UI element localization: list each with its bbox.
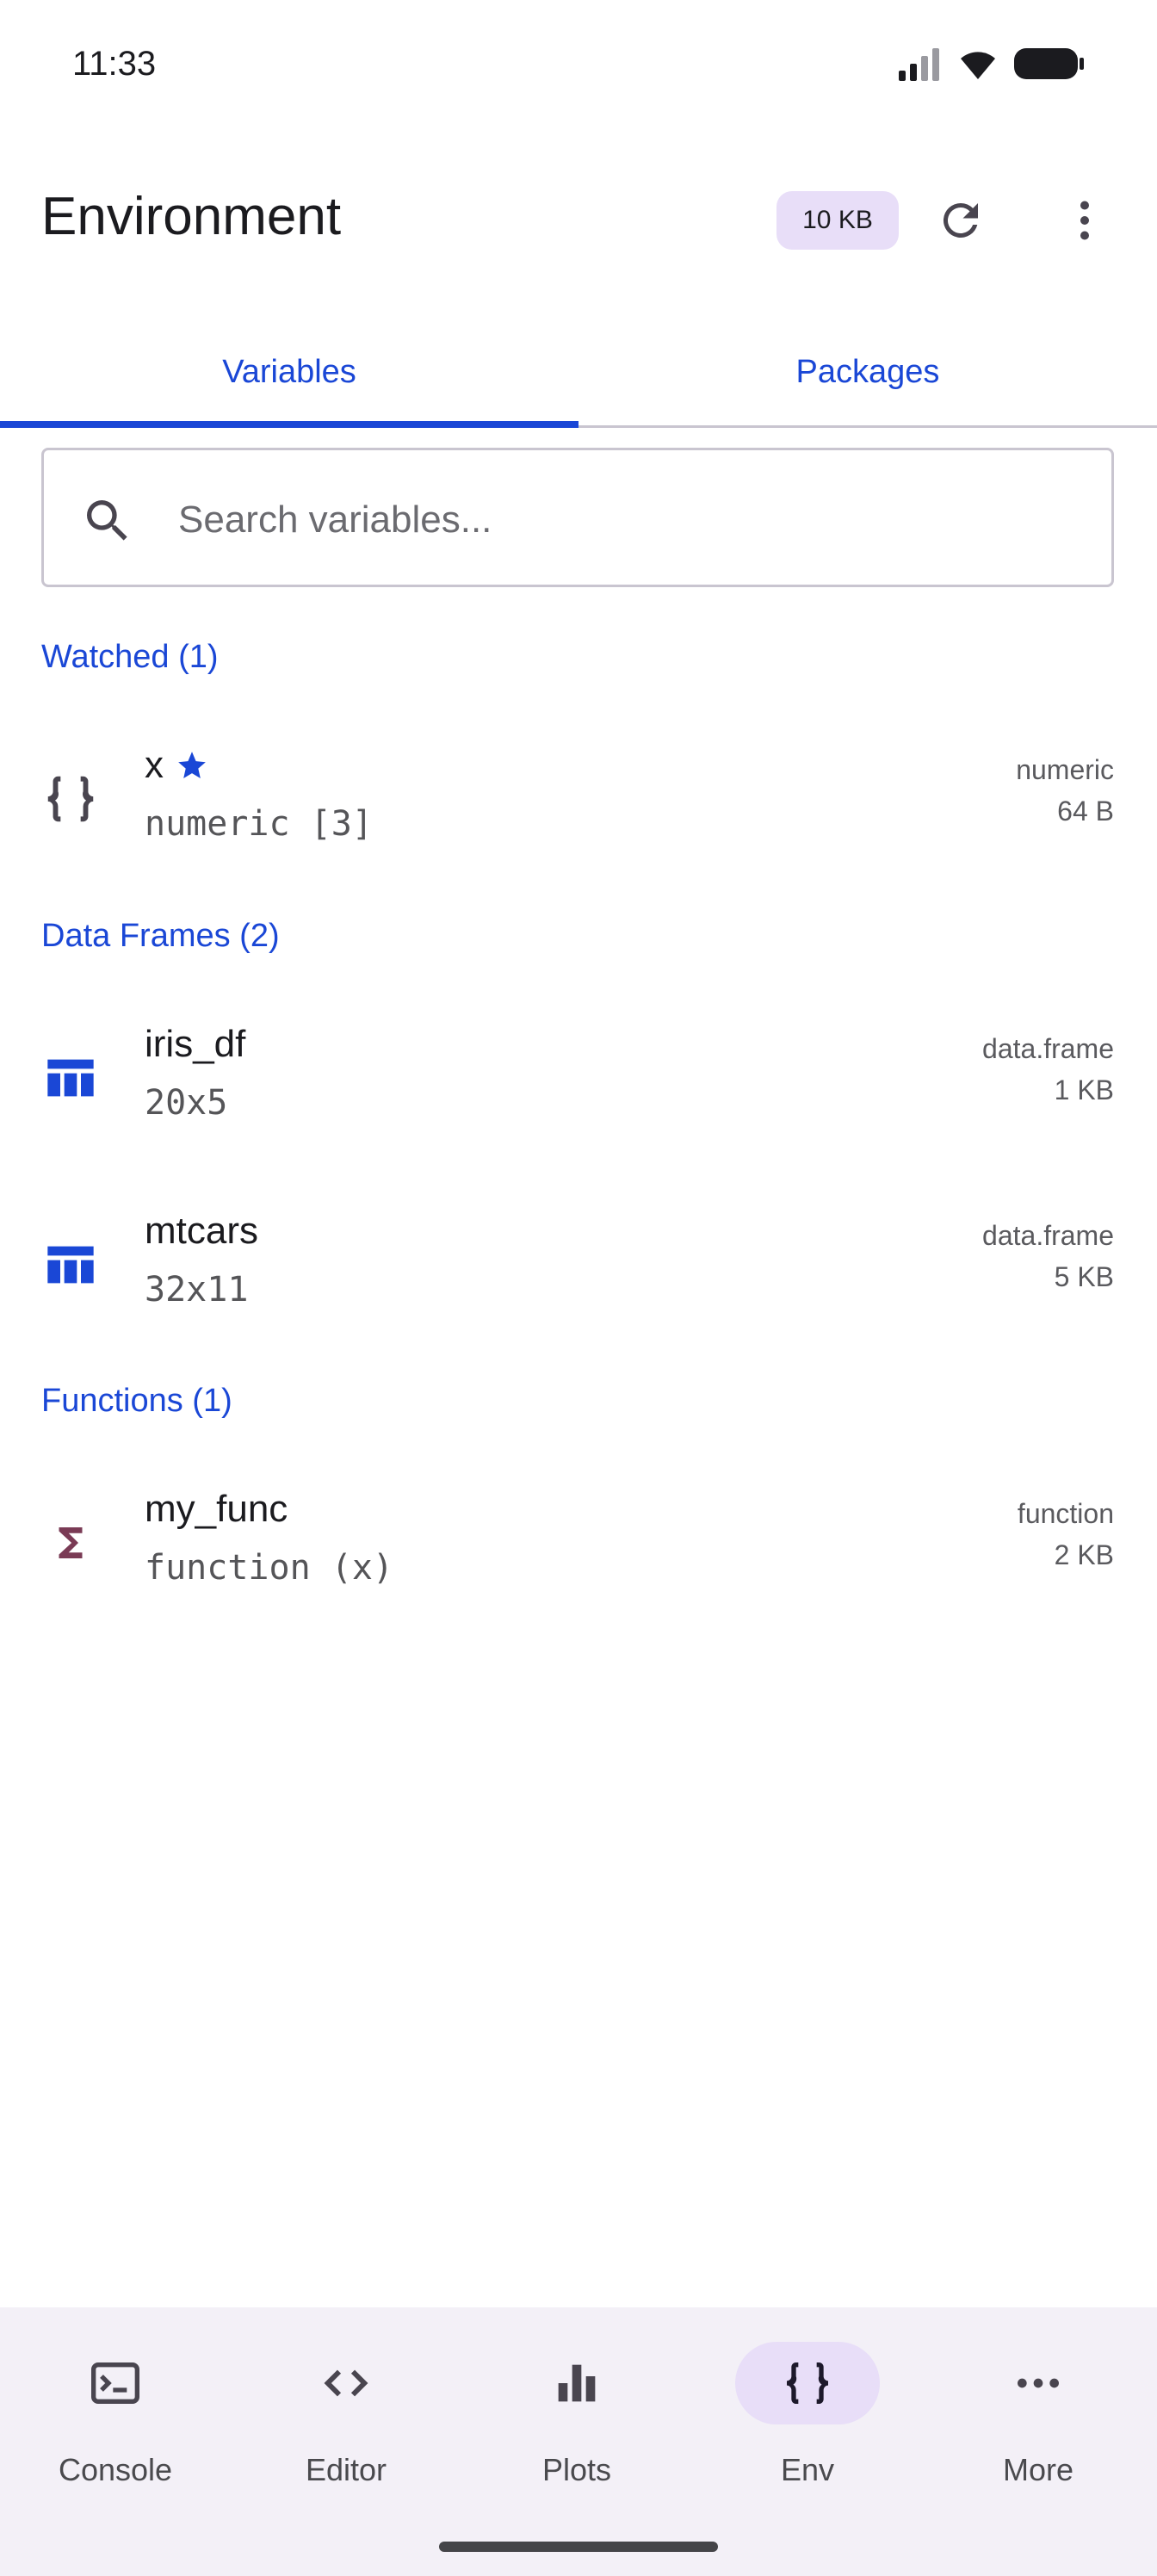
wifi-icon <box>961 52 995 79</box>
star-icon[interactable] <box>176 749 208 782</box>
variable-row-mtcars[interactable]: mtcars 32x11 data.frame 5 KB <box>0 1191 1157 1337</box>
variable-type: numeric <box>1016 754 1114 785</box>
search-input[interactable] <box>176 485 1084 555</box>
battery-icon <box>1014 48 1084 79</box>
variable-name: iris_df <box>145 1023 245 1066</box>
variable-size: 64 B <box>1057 796 1114 827</box>
variable-type: data.frame <box>982 1220 1114 1251</box>
variable-row-my-func[interactable]: my_func function (x) function 2 KB <box>0 1469 1157 1615</box>
nav-item-console[interactable]: Console <box>0 2342 231 2514</box>
status-bar: 11:33 <box>0 0 1157 138</box>
tab-label: Variables <box>222 353 356 390</box>
overflow-menu-button[interactable] <box>1043 179 1126 262</box>
more-vertical-icon <box>1080 201 1089 240</box>
variable-size: 2 KB <box>1054 1539 1114 1570</box>
variable-row-x[interactable]: x numeric [3] numeric 64 B <box>0 725 1157 871</box>
variable-type: data.frame <box>982 1033 1114 1064</box>
tab-indicator <box>0 421 578 428</box>
nav-label: More <box>1002 2452 1074 2487</box>
table-icon <box>36 1230 105 1299</box>
page-title: Environment <box>41 187 342 246</box>
bottom-navigation: Console Editor Plots Env More <box>0 2307 1157 2576</box>
variable-row-iris-df[interactable]: iris_df 20x5 data.frame 1 KB <box>0 1004 1157 1150</box>
tab-variables[interactable]: Variables <box>0 319 578 425</box>
nav-label: Env <box>780 2452 835 2487</box>
nav-item-env[interactable]: Env <box>692 2342 923 2514</box>
app-bar: Environment 10 KB <box>0 155 1157 284</box>
nav-item-plots[interactable]: Plots <box>461 2342 692 2514</box>
variable-name-text: mtcars <box>145 1210 258 1252</box>
variable-type: function <box>1017 1498 1114 1529</box>
table-icon <box>36 1043 105 1112</box>
variable-name: mtcars <box>145 1210 258 1253</box>
variable-detail: 20x5 <box>145 1083 228 1123</box>
variable-name-text: x <box>145 744 164 786</box>
sigma-icon <box>36 1508 105 1577</box>
variable-size: 1 KB <box>1054 1074 1114 1105</box>
terminal-icon <box>43 2342 188 2424</box>
variable-name-text: iris_df <box>145 1023 246 1065</box>
bar-chart-icon <box>504 2342 649 2424</box>
section-header-functions: Functions (1) <box>41 1383 232 1419</box>
braces-icon <box>735 2342 880 2424</box>
tab-label: Packages <box>795 353 940 390</box>
nav-label: Console <box>58 2452 173 2487</box>
more-horizontal-icon <box>966 2342 1111 2424</box>
signal-icon <box>899 48 939 81</box>
variable-name: my_func <box>145 1488 288 1531</box>
variable-detail: 32x11 <box>145 1270 249 1310</box>
search-field[interactable] <box>41 448 1114 587</box>
section-header-data-frames: Data Frames (2) <box>41 918 280 954</box>
refresh-button[interactable] <box>919 179 1002 262</box>
variable-detail: function (x) <box>145 1548 393 1588</box>
braces-icon <box>36 765 105 833</box>
memory-size-chip[interactable]: 10 KB <box>776 191 899 250</box>
variable-name: x <box>145 744 208 787</box>
refresh-icon <box>943 202 978 238</box>
status-time: 11:33 <box>72 45 157 83</box>
tab-packages[interactable]: Packages <box>578 319 1157 425</box>
nav-label: Plots <box>541 2452 612 2487</box>
nav-label: Editor <box>305 2452 387 2487</box>
variable-detail: numeric [3] <box>145 804 373 844</box>
nav-item-more[interactable]: More <box>923 2342 1154 2514</box>
tab-bar: Variables Packages <box>0 319 1157 428</box>
home-indicator[interactable] <box>439 2542 718 2552</box>
code-icon <box>274 2342 418 2424</box>
search-icon <box>87 500 127 541</box>
nav-item-editor[interactable]: Editor <box>231 2342 461 2514</box>
status-icons <box>897 46 1085 81</box>
variable-name-text: my_func <box>145 1488 288 1530</box>
section-header-watched: Watched (1) <box>41 639 219 675</box>
variable-size: 5 KB <box>1054 1261 1114 1292</box>
